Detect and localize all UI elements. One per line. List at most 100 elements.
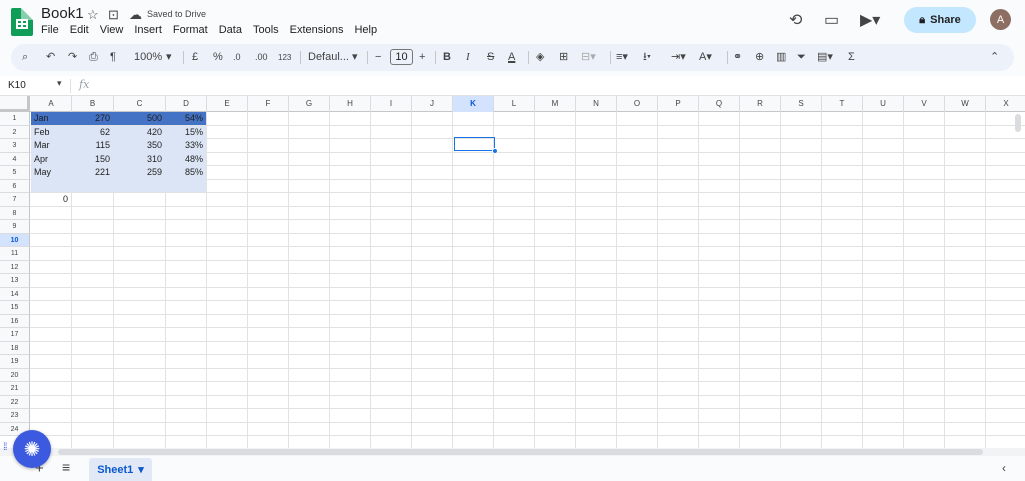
- row-header[interactable]: 23: [0, 409, 30, 423]
- version-history-icon[interactable]: ⟲: [789, 10, 802, 30]
- row-header[interactable]: 11: [0, 247, 30, 261]
- percent-format-button[interactable]: %: [213, 50, 223, 65]
- table-cell[interactable]: Mar: [31, 139, 71, 152]
- chevron-down-icon[interactable]: ▾: [352, 50, 358, 65]
- side-panel-toggle-icon[interactable]: ‹: [1002, 461, 1006, 475]
- column-header[interactable]: A: [31, 96, 72, 112]
- menu-file[interactable]: File: [41, 24, 64, 36]
- star-icon[interactable]: ☆: [87, 7, 99, 23]
- row-header[interactable]: 10: [0, 233, 30, 247]
- row-header[interactable]: 16: [0, 314, 30, 328]
- column-header[interactable]: O: [617, 96, 658, 112]
- row-header[interactable]: 8: [0, 206, 30, 220]
- column-header[interactable]: N: [576, 96, 617, 112]
- insert-chart-icon[interactable]: ▥: [776, 50, 786, 65]
- table-cell[interactable]: 54%: [166, 112, 206, 125]
- name-box[interactable]: K10: [8, 80, 26, 91]
- horizontal-scrollbar[interactable]: [58, 449, 983, 455]
- borders-icon[interactable]: ⊞: [559, 50, 568, 65]
- active-cell-k10[interactable]: [454, 137, 495, 151]
- row-header[interactable]: 12: [0, 260, 30, 274]
- table-cell[interactable]: 48%: [166, 153, 206, 166]
- chevron-down-icon[interactable]: ▾: [166, 50, 172, 65]
- table-cell[interactable]: 420: [114, 126, 165, 139]
- column-header[interactable]: M: [535, 96, 576, 112]
- column-header[interactable]: D: [166, 96, 207, 112]
- row-header[interactable]: 3: [0, 139, 30, 153]
- row-header[interactable]: 19: [0, 355, 30, 369]
- table-cell[interactable]: 15%: [166, 126, 206, 139]
- table-cell[interactable]: 115: [72, 139, 113, 152]
- meet-icon[interactable]: ▶▾: [860, 10, 880, 30]
- table-cell[interactable]: 259: [114, 166, 165, 179]
- table-cell[interactable]: 270: [72, 112, 113, 125]
- column-header[interactable]: L: [494, 96, 535, 112]
- row-header[interactable]: 1: [0, 112, 30, 126]
- chevron-down-icon[interactable]: ▾: [138, 463, 144, 476]
- column-header[interactable]: T: [822, 96, 863, 112]
- table-cell[interactable]: 33%: [166, 139, 206, 152]
- column-header[interactable]: W: [945, 96, 986, 112]
- comments-icon[interactable]: ▭: [824, 10, 839, 30]
- avatar[interactable]: A: [990, 9, 1011, 30]
- menu-tools[interactable]: Tools: [253, 24, 284, 36]
- column-header[interactable]: Q: [699, 96, 740, 112]
- table-cell[interactable]: 62: [72, 126, 113, 139]
- insert-comment-icon[interactable]: ⊕: [755, 50, 764, 65]
- column-header[interactable]: K: [453, 96, 494, 112]
- column-header[interactable]: S: [781, 96, 822, 112]
- menu-data[interactable]: Data: [219, 24, 247, 36]
- column-header[interactable]: U: [863, 96, 904, 112]
- column-header[interactable]: I: [371, 96, 412, 112]
- menu-format[interactable]: Format: [173, 24, 213, 36]
- sheets-logo-icon[interactable]: [11, 8, 33, 36]
- table-cell[interactable]: 310: [114, 153, 165, 166]
- menu-edit[interactable]: Edit: [70, 24, 94, 36]
- row-header[interactable]: 22: [0, 395, 30, 409]
- row-header[interactable]: 21: [0, 382, 30, 396]
- more-formats-button[interactable]: 123: [278, 50, 291, 65]
- vertical-align-icon[interactable]: ⭳▾: [643, 50, 651, 65]
- column-header[interactable]: E: [207, 96, 248, 112]
- row-header[interactable]: 6: [0, 179, 30, 193]
- select-all-corner[interactable]: [0, 96, 30, 112]
- functions-button[interactable]: Σ: [848, 50, 855, 65]
- row-header[interactable]: 18: [0, 341, 30, 355]
- column-header[interactable]: F: [248, 96, 289, 112]
- horizontal-align-icon[interactable]: ≡▾: [616, 50, 628, 65]
- italic-button[interactable]: I: [466, 50, 470, 65]
- row-header[interactable]: 17: [0, 328, 30, 342]
- column-header[interactable]: X: [986, 96, 1025, 112]
- table-cell[interactable]: Jan: [31, 112, 71, 125]
- assistant-fab-icon[interactable]: ✺: [13, 430, 51, 468]
- table-cell[interactable]: Apr: [31, 153, 71, 166]
- column-header[interactable]: J: [412, 96, 453, 112]
- strikethrough-button[interactable]: S: [487, 50, 494, 65]
- row-header[interactable]: 5: [0, 166, 30, 180]
- menu-insert[interactable]: Insert: [134, 24, 167, 36]
- filter-views-icon[interactable]: ▤▾: [817, 50, 833, 65]
- row-header[interactable]: 13: [0, 274, 30, 288]
- fill-handle[interactable]: [492, 148, 498, 154]
- font-size-input[interactable]: 10: [390, 49, 413, 65]
- row-header[interactable]: 7: [0, 193, 30, 207]
- table-cell[interactable]: 0: [31, 193, 71, 206]
- paint-format-icon[interactable]: ¶: [110, 50, 116, 65]
- row-header[interactable]: 9: [0, 220, 30, 234]
- merge-cells-icon[interactable]: ⊟▾: [581, 50, 596, 65]
- table-cell[interactable]: 85%: [166, 166, 206, 179]
- print-icon[interactable]: ⎙: [89, 50, 98, 65]
- decrease-decimal-button[interactable]: .0: [233, 50, 241, 65]
- menu-view[interactable]: View: [100, 24, 129, 36]
- row-header[interactable]: 20: [0, 368, 30, 382]
- document-title[interactable]: Book1: [41, 5, 84, 22]
- menu-help[interactable]: Help: [354, 24, 382, 36]
- search-menus-icon[interactable]: ⌕: [22, 50, 28, 65]
- table-cell[interactable]: 500: [114, 112, 165, 125]
- currency-format-button[interactable]: £: [192, 50, 198, 65]
- increase-decimal-button[interactable]: .00: [255, 50, 268, 65]
- column-header[interactable]: C: [114, 96, 166, 112]
- font-select[interactable]: Defaul...: [308, 50, 349, 65]
- table-cell[interactable]: May: [31, 166, 71, 179]
- spreadsheet-grid[interactable]: ABCDEFGHIJKLMNOPQRSTUVWX 1 2 3 4 5 6 7 8 9 10 11 12…: [0, 96, 1025, 448]
